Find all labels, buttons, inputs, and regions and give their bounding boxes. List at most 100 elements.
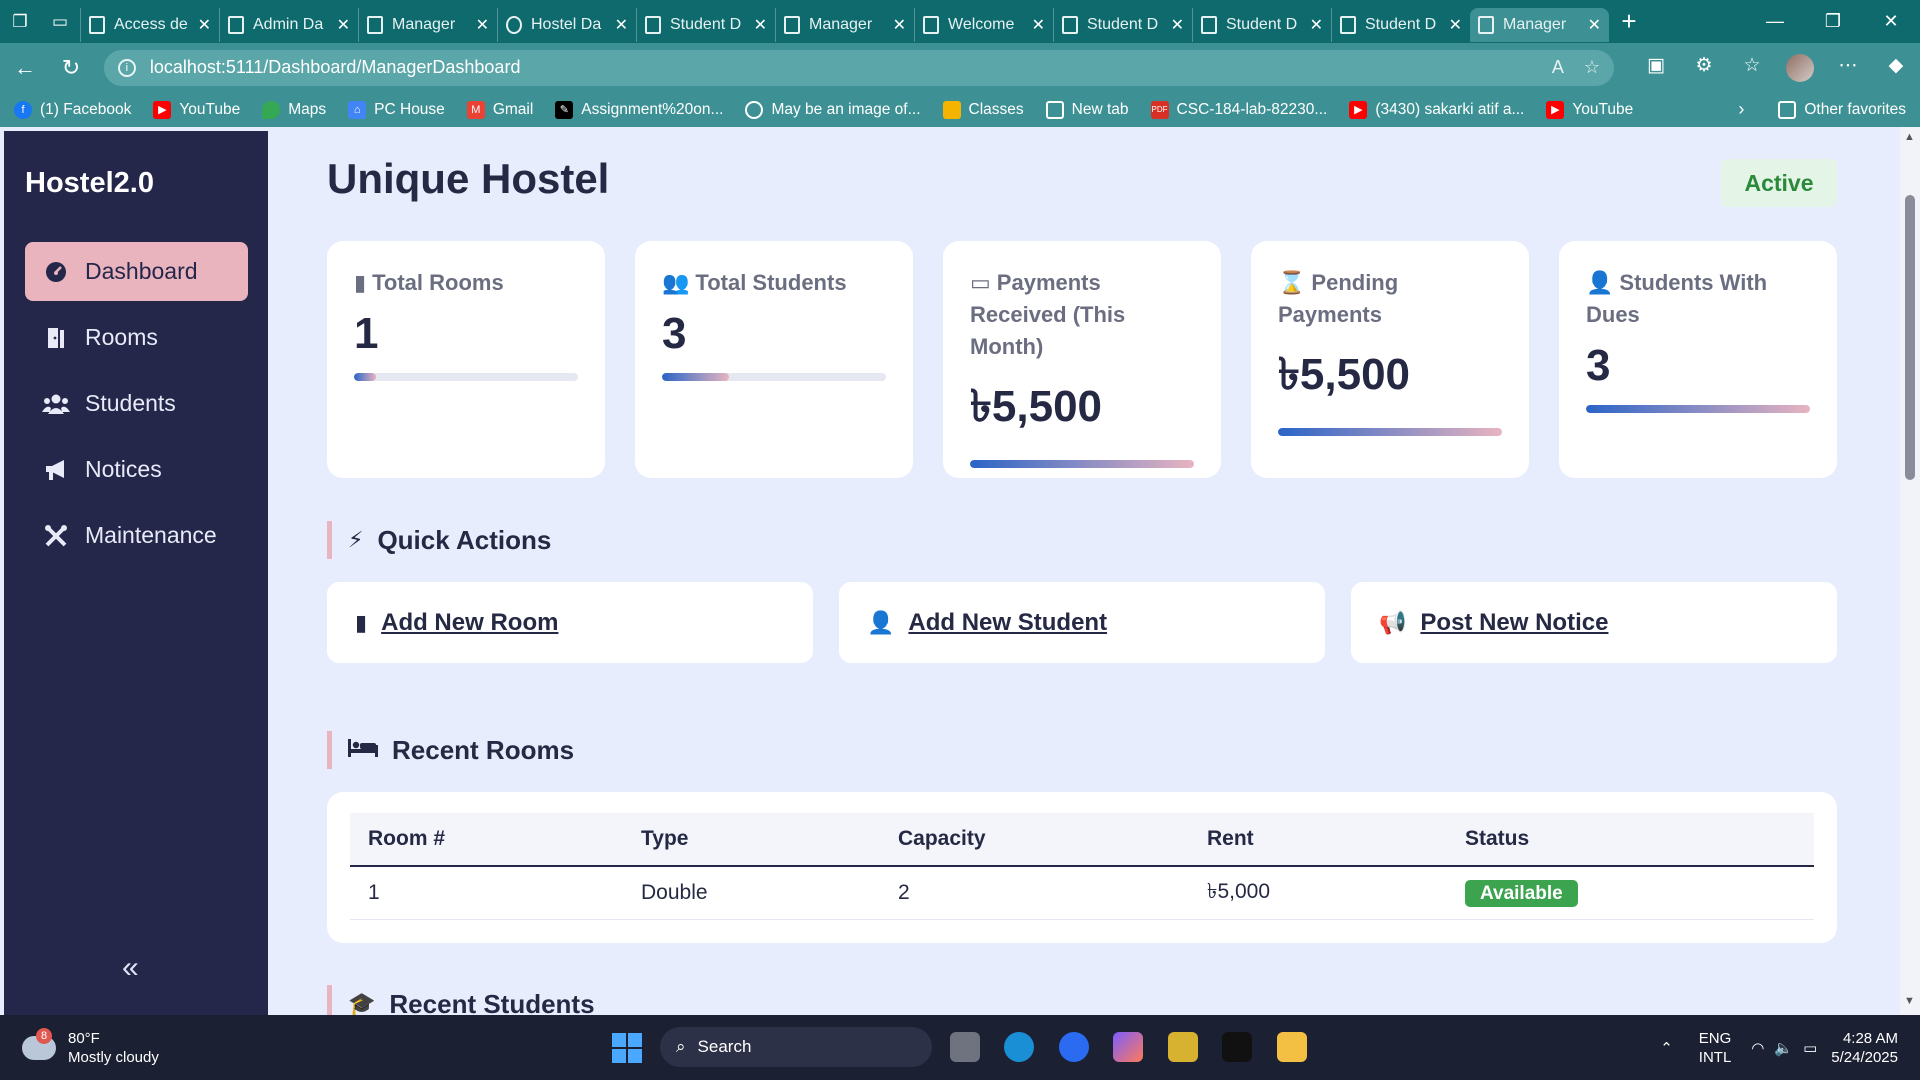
close-icon[interactable]: ✕	[1032, 15, 1045, 35]
page-icon	[1478, 15, 1494, 34]
scrollbar-thumb[interactable]	[1905, 195, 1915, 480]
brand-logo-text[interactable]: Hostel2.0	[25, 167, 154, 200]
read-aloud-icon[interactable]: A	[1552, 57, 1564, 78]
taskbar-search[interactable]: ⌕ Search	[660, 1027, 932, 1067]
messenger-icon[interactable]	[1059, 1032, 1089, 1062]
browser-tab[interactable]: Welcome ✕	[914, 7, 1053, 42]
bookmark-item[interactable]: ▶ YouTube	[153, 100, 240, 119]
stat-card-pending-payments: ⌛ Pending Payments ৳5,500	[1251, 241, 1529, 478]
browser-tab[interactable]: Student D ✕	[1192, 7, 1331, 42]
close-window-icon[interactable]: ✕	[1862, 0, 1920, 43]
app-icon[interactable]	[1222, 1032, 1252, 1062]
page-scrollbar[interactable]: ▲ ▼	[1900, 127, 1920, 1015]
weather-widget[interactable]: 8 80°F Mostly cloudy	[22, 1028, 159, 1067]
stat-progress-bar	[354, 373, 578, 381]
close-icon[interactable]: ✕	[337, 15, 350, 35]
table-row[interactable]: 1 Double 2 ৳5,000 Available	[350, 866, 1814, 920]
scroll-down-icon[interactable]: ▼	[1904, 995, 1915, 1007]
avatar[interactable]	[1776, 53, 1824, 82]
browser-tab[interactable]: Manager ✕	[775, 7, 914, 42]
browser-tab-active[interactable]: Manager ✕	[1470, 7, 1609, 42]
bookmark-item[interactable]: May be an image of...	[745, 100, 921, 119]
close-icon[interactable]: ✕	[1310, 15, 1323, 35]
bookmark-item[interactable]: Maps	[262, 100, 326, 119]
split-screen-icon[interactable]: ▣	[1632, 54, 1680, 82]
bookmark-item[interactable]: PDF CSC-184-lab-82230...	[1150, 100, 1327, 119]
browser-tab[interactable]: Hostel Da ✕	[497, 7, 636, 42]
stat-progress-bar	[662, 373, 886, 381]
sidebar-item-notices[interactable]: Notices	[25, 440, 248, 499]
language-indicator[interactable]: ENG INTL	[1699, 1029, 1732, 1067]
browser-tab[interactable]: Manager ✕	[358, 7, 497, 42]
other-favorites[interactable]: Other favorites	[1778, 100, 1906, 119]
close-icon[interactable]: ✕	[615, 15, 628, 35]
scroll-up-icon[interactable]: ▲	[1904, 131, 1915, 143]
add-new-student-button[interactable]: 👤 Add New Student	[839, 582, 1325, 663]
task-view-icon[interactable]	[950, 1032, 980, 1062]
column-header[interactable]: Capacity	[880, 813, 1189, 867]
cloud-icon: 8	[22, 1028, 56, 1060]
sidebar-item-rooms[interactable]: Rooms	[25, 308, 248, 367]
wifi-icon[interactable]: ◠	[1751, 1039, 1764, 1057]
column-header[interactable]: Status	[1447, 813, 1814, 867]
minimize-icon[interactable]: —	[1746, 0, 1804, 43]
back-icon[interactable]: ←	[2, 55, 48, 81]
bookmark-item[interactable]: ✎ Assignment%20on...	[555, 100, 723, 119]
bookmarks-overflow-icon[interactable]: ›	[1738, 99, 1744, 120]
browser-tab[interactable]: Admin Da ✕	[219, 7, 358, 42]
close-icon[interactable]: ✕	[893, 15, 906, 35]
column-header[interactable]: Type	[623, 813, 880, 867]
close-icon[interactable]: ✕	[198, 15, 211, 35]
browser-tab[interactable]: Access de ✕	[80, 7, 219, 42]
bookmark-item[interactable]: f (1) Facebook	[14, 100, 131, 119]
section-heading-quick-actions: ⚡ Quick Actions	[327, 521, 551, 559]
browser-tab[interactable]: Student D ✕	[636, 7, 775, 42]
sidebar-item-dashboard[interactable]: Dashboard	[25, 242, 248, 301]
add-new-room-button[interactable]: ▮ Add New Room	[327, 582, 813, 663]
browser-tab[interactable]: Student D ✕	[1331, 7, 1470, 42]
copilot-app-icon[interactable]	[1113, 1032, 1143, 1062]
close-icon[interactable]: ✕	[1171, 15, 1184, 35]
vertical-tabs-icon[interactable]: ▭	[40, 0, 80, 43]
close-icon[interactable]: ✕	[754, 15, 767, 35]
bookmark-item[interactable]: ⌂ PC House	[348, 100, 445, 119]
bookmark-item[interactable]: ▶ YouTube	[1546, 100, 1633, 119]
facebook-icon: f	[14, 100, 32, 119]
sidebar-item-maintenance[interactable]: Maintenance	[25, 506, 248, 565]
sidebar-item-students[interactable]: Students	[25, 374, 248, 433]
new-tab-button[interactable]: +	[1609, 6, 1649, 37]
favorites-icon[interactable]: ☆	[1728, 54, 1776, 82]
weather-desc: Mostly cloudy	[68, 1049, 159, 1066]
site-info-icon[interactable]: i	[117, 58, 136, 77]
close-icon[interactable]: ✕	[1449, 15, 1462, 35]
close-icon[interactable]: ✕	[476, 15, 489, 35]
bookmark-item[interactable]: Classes	[942, 100, 1024, 119]
favorite-star-icon[interactable]: ☆	[1584, 57, 1600, 78]
workspaces-icon[interactable]: ❐	[0, 0, 40, 43]
column-header[interactable]: Room #	[350, 813, 623, 867]
chevron-up-icon[interactable]: ⌃	[1660, 1039, 1673, 1057]
more-menu-icon[interactable]: ⋯	[1824, 54, 1872, 82]
volume-icon[interactable]: 🔈	[1774, 1039, 1793, 1057]
close-icon[interactable]: ✕	[1588, 15, 1601, 35]
users-icon: 👥	[662, 270, 690, 295]
reload-icon[interactable]: ↻	[48, 55, 94, 81]
collapse-sidebar-icon[interactable]: «	[122, 951, 139, 985]
users-icon	[41, 394, 71, 414]
bookmark-item[interactable]: New tab	[1045, 100, 1129, 119]
bookmark-item[interactable]: M Gmail	[466, 100, 533, 119]
battery-icon[interactable]: ▭	[1803, 1039, 1817, 1057]
bookmark-item[interactable]: ▶ (3430) sakarki atif a...	[1349, 100, 1524, 119]
app-icon[interactable]	[1168, 1032, 1198, 1062]
column-header[interactable]: Rent	[1189, 813, 1447, 867]
edge-icon[interactable]	[1004, 1032, 1034, 1062]
file-explorer-icon[interactable]	[1277, 1032, 1307, 1062]
post-new-notice-button[interactable]: 📢 Post New Notice	[1351, 582, 1837, 663]
url-field[interactable]: i localhost:5111/Dashboard/ManagerDashbo…	[103, 49, 1614, 86]
clock[interactable]: 4:28 AM 5/24/2025	[1831, 1029, 1898, 1067]
extensions-icon[interactable]: ⚙	[1680, 54, 1728, 82]
start-button[interactable]	[612, 1033, 642, 1063]
restore-icon[interactable]: ❐	[1804, 0, 1862, 43]
copilot-icon[interactable]: ◆	[1872, 54, 1920, 82]
browser-tab[interactable]: Student D ✕	[1053, 7, 1192, 42]
